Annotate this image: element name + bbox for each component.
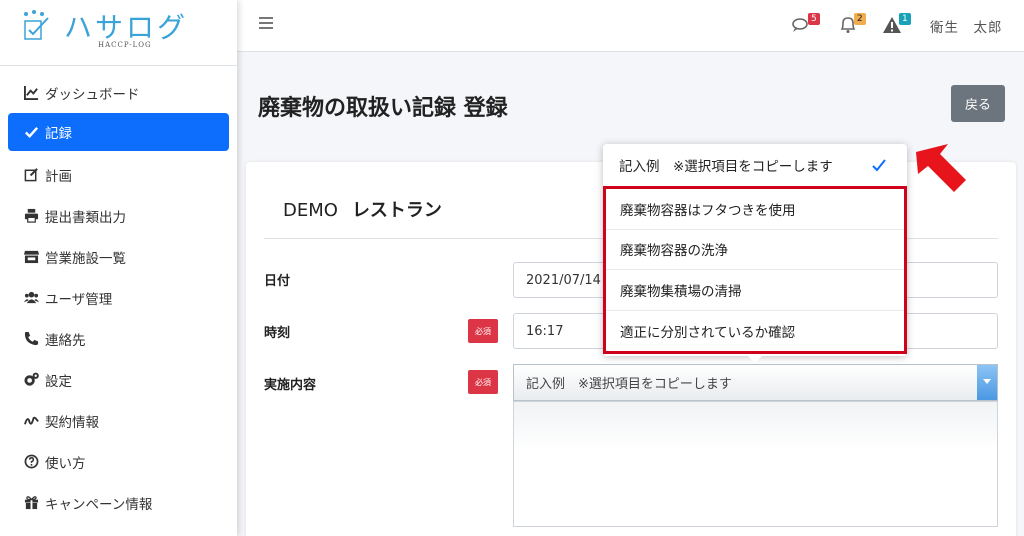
sidebar-item-facilities[interactable]: 営業施設一覧 [0,236,237,277]
store-icon [24,250,39,264]
menu-toggle-icon[interactable] [259,17,273,31]
select-value: 記入例 ※選択項目をコピーします [526,377,732,392]
sidebar-item-label: 記録 [45,126,72,142]
chevron-down-icon[interactable] [977,365,997,400]
example-select[interactable]: 記入例 ※選択項目をコピーします [513,364,998,401]
dropdown-option[interactable]: 廃棄物容器はフタつきを使用 [606,189,904,230]
users-icon [24,291,39,304]
topbar: 5 2 1 衛生 太郎 [237,0,1024,52]
sidebar-item-label: 契約情報 [45,414,99,431]
checkmark-icon [872,159,886,172]
brand-subtitle: HACCP-LOG [98,41,152,49]
sidebar-item-label: ダッシュボード [45,86,140,103]
sidebar-item-users[interactable]: ユーザ管理 [0,277,237,318]
sidebar-item-plan[interactable]: 計画 [0,154,237,195]
page-title: 廃棄物の取扱い記録 登録 [258,96,508,121]
sidebar-item-campaign[interactable]: キャンペーン情報 [0,482,237,523]
back-button[interactable]: 戻る [951,85,1005,122]
edit-icon [24,168,38,182]
sidebar-item-label: 計画 [45,168,72,185]
brand-name: ハサログ [64,11,189,44]
sidebar-item-label: ユーザ管理 [45,291,113,308]
sidebar-item-label: 使い方 [45,455,86,472]
sidebar-item-print[interactable]: 提出書類出力 [0,195,237,236]
sidebar-item-help[interactable]: 使い方 [0,441,237,482]
dropdown-option-selected[interactable]: 記入例 ※選択項目をコピーします [603,144,907,186]
sidebar-item-contract[interactable]: 契約情報 [0,400,237,441]
alerts-badge: 1 [899,13,911,25]
logo-icon [24,10,49,40]
sidebar-nav: ダッシュボード 記録 計画 提出書類出力 営業施設一覧 ユーザ管理 連絡先 設定… [0,72,237,523]
sidebar: ハサログ HACCP-LOG ダッシュボード 記録 計画 提出書類出力 営業施設… [0,0,237,536]
date-label: 日付 [264,274,291,289]
example-dropdown: 記入例 ※選択項目をコピーします 廃棄物容器はフタつきを使用 廃棄物容器の洗浄 … [603,144,907,363]
sidebar-item-records[interactable]: 記録 [8,113,229,151]
gears-icon [24,372,39,386]
dropdown-option[interactable]: 廃棄物容器の洗浄 [606,230,904,270]
required-badge: 必須 [468,370,498,394]
sidebar-item-settings[interactable]: 設定 [0,359,237,400]
check-icon [25,126,39,138]
gift-icon [24,496,39,510]
time-label: 時刻 [264,326,291,341]
phone-icon [24,331,39,346]
notifications-badge: 2 [854,13,866,25]
question-circle-icon [24,454,39,469]
dropdown-options-highlight: 廃棄物容器はフタつきを使用 廃棄物容器の洗浄 廃棄物集積場の清掃 適正に分別され… [603,186,907,354]
user-name[interactable]: 衛生 太郎 [930,16,1003,36]
print-icon [24,208,39,223]
sidebar-item-contacts[interactable]: 連絡先 [0,318,237,359]
dropdown-option[interactable]: 適正に分別されているか確認 [606,311,904,352]
sidebar-item-label: 設定 [45,373,72,390]
content-label: 実施内容 [264,378,317,393]
sidebar-item-label: 提出書類出力 [45,209,126,226]
annotation-arrow-icon [916,144,966,192]
sidebar-item-label: 連絡先 [45,332,86,349]
required-badge: 必須 [468,319,498,343]
brand[interactable]: ハサログ HACCP-LOG [0,0,237,66]
content-textarea[interactable] [513,401,998,527]
chart-line-icon [24,85,39,100]
signature-icon [24,416,39,425]
sidebar-item-label: 営業施設一覧 [45,250,126,267]
store-prefix: DEMO [283,200,338,221]
store-title: DEMO レストラン [283,196,442,222]
messages-badge: 5 [808,13,820,25]
sidebar-item-label: キャンペーン情報 [45,496,153,513]
dropdown-option[interactable]: 廃棄物集積場の清掃 [606,270,904,311]
store-name: レストラン [351,200,442,221]
sidebar-item-dashboard[interactable]: ダッシュボード [0,72,237,113]
